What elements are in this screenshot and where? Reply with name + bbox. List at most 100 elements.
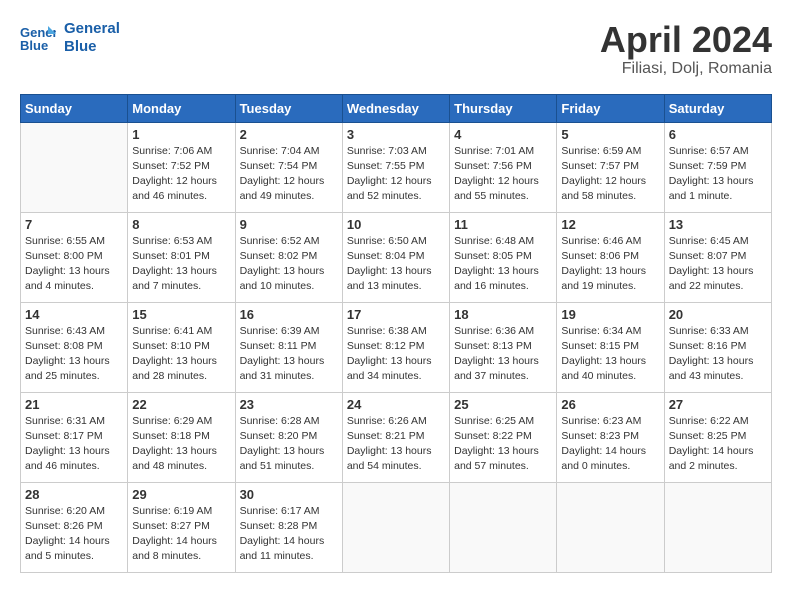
weekday-header-saturday: Saturday bbox=[664, 94, 771, 122]
calendar-cell: 3 Sunrise: 7:03 AMSunset: 7:55 PMDaylight… bbox=[342, 122, 449, 212]
day-number: 22 bbox=[132, 397, 230, 412]
calendar-cell: 12 Sunrise: 6:46 AMSunset: 8:06 PMDayligh… bbox=[557, 212, 664, 302]
day-info: Sunrise: 6:23 AMSunset: 8:23 PMDaylight:… bbox=[561, 414, 659, 475]
day-info: Sunrise: 6:33 AMSunset: 8:16 PMDaylight:… bbox=[669, 324, 767, 385]
calendar-cell: 2 Sunrise: 7:04 AMSunset: 7:54 PMDaylight… bbox=[235, 122, 342, 212]
logo: General Blue General Blue bbox=[20, 20, 120, 56]
day-info: Sunrise: 6:34 AMSunset: 8:15 PMDaylight:… bbox=[561, 324, 659, 385]
calendar-table: SundayMondayTuesdayWednesdayThursdayFrid… bbox=[20, 94, 772, 573]
weekday-header-wednesday: Wednesday bbox=[342, 94, 449, 122]
calendar-cell: 19Sunrise: 6:34 AMSunset: 8:15 PMDayligh… bbox=[557, 302, 664, 392]
day-info: Sunrise: 6:17 AMSunset: 8:28 PMDaylight:… bbox=[240, 504, 338, 565]
day-info: Sunrise: 7:06 AMSunset: 7:52 PMDaylight:… bbox=[132, 144, 230, 205]
day-info: Sunrise: 6:29 AMSunset: 8:18 PMDaylight:… bbox=[132, 414, 230, 475]
day-info: Sunrise: 6:39 AMSunset: 8:11 PMDaylight:… bbox=[240, 324, 338, 385]
day-info: Sunrise: 6:28 AMSunset: 8:20 PMDaylight:… bbox=[240, 414, 338, 475]
calendar-cell: 18 Sunrise: 6:36 AMSunset: 8:13 PMDayligh… bbox=[450, 302, 557, 392]
calendar-cell: 21 Sunrise: 6:31 AMSunset: 8:17 PMDayligh… bbox=[21, 392, 128, 482]
day-info: Sunrise: 6:46 AMSunset: 8:06 PMDaylight:… bbox=[561, 234, 659, 295]
calendar-week-5: 28 Sunrise: 6:20 AMSunset: 8:26 PMDayligh… bbox=[21, 482, 772, 572]
location-subtitle: Filiasi, Dolj, Romania bbox=[600, 60, 772, 78]
day-number: 20 bbox=[669, 307, 767, 322]
day-info: Sunrise: 6:50 AMSunset: 8:04 PMDaylight:… bbox=[347, 234, 445, 295]
title-block: April 2024 Filiasi, Dolj, Romania bbox=[600, 20, 772, 78]
calendar-cell: 23 Sunrise: 6:28 AMSunset: 8:20 PMDayligh… bbox=[235, 392, 342, 482]
day-info: Sunrise: 6:36 AMSunset: 8:13 PMDaylight:… bbox=[454, 324, 552, 385]
weekday-header-friday: Friday bbox=[557, 94, 664, 122]
calendar-cell: 28 Sunrise: 6:20 AMSunset: 8:26 PMDayligh… bbox=[21, 482, 128, 572]
day-info: Sunrise: 6:25 AMSunset: 8:22 PMDaylight:… bbox=[454, 414, 552, 475]
day-number: 25 bbox=[454, 397, 552, 412]
calendar-week-3: 14Sunrise: 6:43 AMSunset: 8:08 PMDayligh… bbox=[21, 302, 772, 392]
calendar-cell bbox=[342, 482, 449, 572]
day-info: Sunrise: 6:48 AMSunset: 8:05 PMDaylight:… bbox=[454, 234, 552, 295]
calendar-cell: 25 Sunrise: 6:25 AMSunset: 8:22 PMDayligh… bbox=[450, 392, 557, 482]
calendar-cell: 27Sunrise: 6:22 AMSunset: 8:25 PMDayligh… bbox=[664, 392, 771, 482]
day-number: 10 bbox=[347, 217, 445, 232]
day-number: 17 bbox=[347, 307, 445, 322]
calendar-cell: 22 Sunrise: 6:29 AMSunset: 8:18 PMDayligh… bbox=[128, 392, 235, 482]
calendar-cell: 14Sunrise: 6:43 AMSunset: 8:08 PMDayligh… bbox=[21, 302, 128, 392]
day-info: Sunrise: 6:53 AMSunset: 8:01 PMDaylight:… bbox=[132, 234, 230, 295]
calendar-week-1: 1 Sunrise: 7:06 AMSunset: 7:52 PMDaylight… bbox=[21, 122, 772, 212]
weekday-header-row: SundayMondayTuesdayWednesdayThursdayFrid… bbox=[21, 94, 772, 122]
calendar-cell: 16 Sunrise: 6:39 AMSunset: 8:11 PMDayligh… bbox=[235, 302, 342, 392]
calendar-cell: 15Sunrise: 6:41 AMSunset: 8:10 PMDayligh… bbox=[128, 302, 235, 392]
day-info: Sunrise: 6:19 AMSunset: 8:27 PMDaylight:… bbox=[132, 504, 230, 565]
day-info: Sunrise: 7:01 AMSunset: 7:56 PMDaylight:… bbox=[454, 144, 552, 205]
calendar-cell: 29 Sunrise: 6:19 AMSunset: 8:27 PMDayligh… bbox=[128, 482, 235, 572]
calendar-cell: 6Sunrise: 6:57 AMSunset: 7:59 PMDaylight… bbox=[664, 122, 771, 212]
calendar-cell: 26 Sunrise: 6:23 AMSunset: 8:23 PMDayligh… bbox=[557, 392, 664, 482]
day-number: 26 bbox=[561, 397, 659, 412]
calendar-cell: 17Sunrise: 6:38 AMSunset: 8:12 PMDayligh… bbox=[342, 302, 449, 392]
calendar-cell: 7Sunrise: 6:55 AMSunset: 8:00 PMDaylight… bbox=[21, 212, 128, 302]
logo-line2: Blue bbox=[64, 38, 120, 56]
calendar-cell: 8Sunrise: 6:53 AMSunset: 8:01 PMDaylight… bbox=[128, 212, 235, 302]
calendar-cell: 13 Sunrise: 6:45 AMSunset: 8:07 PMDayligh… bbox=[664, 212, 771, 302]
calendar-cell: 9 Sunrise: 6:52 AMSunset: 8:02 PMDaylight… bbox=[235, 212, 342, 302]
calendar-week-2: 7Sunrise: 6:55 AMSunset: 8:00 PMDaylight… bbox=[21, 212, 772, 302]
calendar-cell bbox=[450, 482, 557, 572]
calendar-cell bbox=[21, 122, 128, 212]
day-info: Sunrise: 6:31 AMSunset: 8:17 PMDaylight:… bbox=[25, 414, 123, 475]
calendar-cell: 10 Sunrise: 6:50 AMSunset: 8:04 PMDayligh… bbox=[342, 212, 449, 302]
calendar-cell bbox=[557, 482, 664, 572]
calendar-cell: 4 Sunrise: 7:01 AMSunset: 7:56 PMDaylight… bbox=[450, 122, 557, 212]
day-number: 9 bbox=[240, 217, 338, 232]
day-info: Sunrise: 7:03 AMSunset: 7:55 PMDaylight:… bbox=[347, 144, 445, 205]
day-number: 23 bbox=[240, 397, 338, 412]
day-number: 24 bbox=[347, 397, 445, 412]
day-info: Sunrise: 6:20 AMSunset: 8:26 PMDaylight:… bbox=[25, 504, 123, 565]
day-number: 3 bbox=[347, 127, 445, 142]
day-info: Sunrise: 6:55 AMSunset: 8:00 PMDaylight:… bbox=[25, 234, 123, 295]
day-number: 14 bbox=[25, 307, 123, 322]
day-number: 1 bbox=[132, 127, 230, 142]
logo-icon: General Blue bbox=[20, 24, 56, 52]
weekday-header-sunday: Sunday bbox=[21, 94, 128, 122]
calendar-cell: 30 Sunrise: 6:17 AMSunset: 8:28 PMDayligh… bbox=[235, 482, 342, 572]
day-info: Sunrise: 6:52 AMSunset: 8:02 PMDaylight:… bbox=[240, 234, 338, 295]
day-number: 2 bbox=[240, 127, 338, 142]
calendar-cell: 5 Sunrise: 6:59 AMSunset: 7:57 PMDaylight… bbox=[557, 122, 664, 212]
day-number: 12 bbox=[561, 217, 659, 232]
calendar-cell: 11Sunrise: 6:48 AMSunset: 8:05 PMDayligh… bbox=[450, 212, 557, 302]
day-number: 6 bbox=[669, 127, 767, 142]
day-info: Sunrise: 7:04 AMSunset: 7:54 PMDaylight:… bbox=[240, 144, 338, 205]
calendar-cell bbox=[664, 482, 771, 572]
day-number: 28 bbox=[25, 487, 123, 502]
day-number: 30 bbox=[240, 487, 338, 502]
day-number: 4 bbox=[454, 127, 552, 142]
svg-text:Blue: Blue bbox=[20, 38, 48, 52]
day-info: Sunrise: 6:59 AMSunset: 7:57 PMDaylight:… bbox=[561, 144, 659, 205]
day-number: 29 bbox=[132, 487, 230, 502]
day-number: 21 bbox=[25, 397, 123, 412]
day-number: 16 bbox=[240, 307, 338, 322]
day-info: Sunrise: 6:45 AMSunset: 8:07 PMDaylight:… bbox=[669, 234, 767, 295]
weekday-header-thursday: Thursday bbox=[450, 94, 557, 122]
logo-line1: General bbox=[64, 20, 120, 38]
day-number: 13 bbox=[669, 217, 767, 232]
weekday-header-tuesday: Tuesday bbox=[235, 94, 342, 122]
calendar-cell: 24Sunrise: 6:26 AMSunset: 8:21 PMDayligh… bbox=[342, 392, 449, 482]
day-number: 18 bbox=[454, 307, 552, 322]
day-number: 5 bbox=[561, 127, 659, 142]
